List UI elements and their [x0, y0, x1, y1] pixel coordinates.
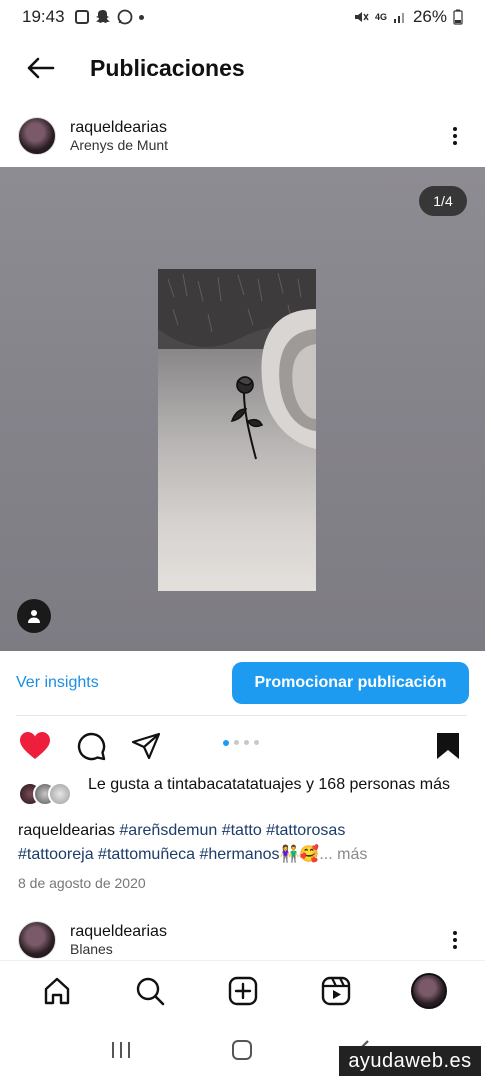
nav-profile[interactable] — [407, 969, 451, 1013]
post-image[interactable]: 1/4 — [0, 167, 485, 651]
carousel-dot-active — [223, 739, 229, 746]
recent-apps-button[interactable] — [101, 1030, 141, 1070]
avatar — [48, 782, 72, 806]
page-title: Publicaciones — [90, 54, 245, 81]
kebab-icon-dot — [453, 945, 457, 949]
share-button[interactable] — [130, 730, 162, 762]
carousel-dot — [244, 740, 249, 745]
post-options-button[interactable] — [443, 925, 467, 955]
likes-text: Le gusta a tintabacatatatuajes y 168 per… — [88, 774, 450, 795]
reels-icon — [321, 976, 350, 1005]
home-icon — [44, 977, 69, 1004]
post-location[interactable]: Blanes — [70, 941, 167, 958]
avatar[interactable] — [18, 117, 56, 155]
status-right: 4G 26% — [353, 7, 463, 27]
signal-icon — [393, 13, 404, 23]
back-button[interactable] — [0, 40, 80, 96]
home-square-icon — [232, 1040, 253, 1060]
post-header: raqueldearias Arenys de Munt — [0, 112, 485, 160]
carousel-dot — [234, 740, 239, 745]
heart-filled-icon — [20, 732, 50, 759]
kebab-icon-dot — [453, 938, 457, 942]
network-type: 4G — [374, 11, 387, 22]
kebab-icon-dot — [453, 931, 457, 935]
post-username[interactable]: raqueldearias — [70, 922, 167, 941]
kebab-icon-dot — [453, 141, 457, 145]
kebab-icon-dot — [453, 134, 457, 138]
comment-button[interactable] — [75, 730, 107, 762]
likes-prefix: Le gusta a — [88, 776, 168, 793]
promote-post-button[interactable]: Promocionar publicación — [232, 662, 469, 704]
watermark: ayudaweb.es — [339, 1046, 481, 1076]
post-caption: raqueldearias #areñsdemun #tatto #tattor… — [18, 819, 468, 867]
snapchat-icon — [95, 10, 110, 23]
whatsapp-icon — [117, 9, 132, 25]
next-post-header: raqueldearias Blanes — [0, 918, 485, 962]
send-icon — [131, 732, 161, 760]
battery-level: 26% — [412, 7, 447, 26]
liked-by-username[interactable]: tintabacatatatuajes — [167, 776, 301, 793]
battery-icon — [453, 9, 463, 25]
caption-username[interactable]: raqueldearias — [18, 822, 115, 839]
person-icon — [28, 610, 40, 623]
nav-create[interactable] — [221, 969, 265, 1013]
status-bar: 19:43 4G 26% — [0, 0, 485, 34]
caption-hashtags-2[interactable]: #tattooreja #tattomuñeca #hermanos — [18, 846, 280, 863]
likes-summary[interactable]: Le gusta a tintabacatatatuajes y 168 per… — [18, 774, 468, 806]
home-system-button[interactable] — [222, 1030, 262, 1070]
kebab-icon-dot — [453, 127, 457, 131]
post-username[interactable]: raqueldearias — [70, 118, 168, 137]
avatar[interactable] — [18, 921, 56, 959]
nav-home[interactable] — [35, 969, 79, 1013]
caption-emoji: 👫🥰 — [279, 846, 320, 863]
carousel-indicator — [223, 739, 259, 746]
post-actions — [0, 726, 485, 766]
like-button[interactable] — [19, 730, 51, 762]
plus-square-icon — [228, 976, 257, 1005]
mute-icon — [354, 12, 369, 22]
post-date: 8 de agosto de 2020 — [18, 875, 146, 891]
insights-row: Ver insights Promocionar publicación — [0, 660, 485, 706]
divider — [16, 715, 467, 716]
nav-search[interactable] — [128, 969, 172, 1013]
recents-icon — [111, 1042, 130, 1058]
tattoo-illustration — [158, 269, 316, 460]
post-location[interactable]: Arenys de Munt — [70, 137, 168, 154]
bookmark-filled-icon — [437, 733, 459, 759]
gallery-icon — [74, 10, 89, 24]
notification-icons — [74, 9, 144, 25]
top-app-bar: Publicaciones — [0, 40, 485, 96]
post-user-info: raqueldearias Blanes — [70, 922, 167, 958]
nav-reels[interactable] — [314, 969, 358, 1013]
tattoo-photo — [158, 269, 316, 591]
arrow-left-icon — [27, 57, 55, 79]
comment-icon — [77, 732, 106, 761]
post-options-button[interactable] — [443, 121, 467, 151]
search-icon — [136, 977, 164, 1005]
caption-hashtags-1[interactable]: #areñsdemun #tatto #tattorosas — [119, 822, 345, 839]
carousel-counter: 1/4 — [419, 186, 467, 216]
caption-more-link[interactable]: ... más — [319, 846, 367, 863]
likes-suffix: y 168 personas más — [301, 776, 451, 793]
avatar — [410, 972, 447, 1009]
view-insights-link[interactable]: Ver insights — [16, 674, 99, 692]
bottom-navigation — [0, 960, 485, 1020]
carousel-dot — [254, 740, 259, 745]
save-button[interactable] — [432, 730, 464, 762]
more-notifications-dot — [138, 14, 144, 20]
liker-avatars — [18, 782, 88, 806]
post-user-info: raqueldearias Arenys de Munt — [70, 118, 168, 154]
status-time: 19:43 — [22, 7, 65, 26]
tagged-people-button[interactable] — [17, 599, 51, 633]
